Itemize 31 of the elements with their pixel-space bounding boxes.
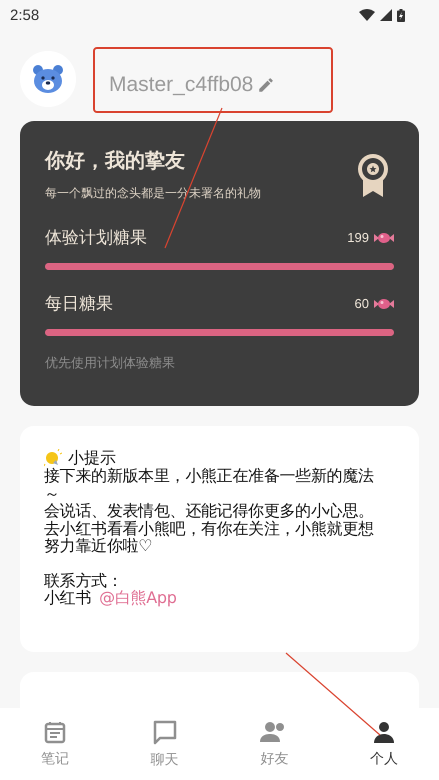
candy-icon	[374, 298, 394, 310]
signal-icon	[380, 9, 392, 21]
medal-icon	[356, 153, 390, 197]
card-title: 你好，我的挚友	[45, 147, 186, 174]
username[interactable]: Master_c4ffb08	[109, 73, 254, 97]
wifi-icon	[359, 9, 375, 21]
person-icon	[372, 720, 396, 744]
tip-text: 会说话、发表情包、还能记得你更多的小心思。	[44, 502, 375, 520]
nav-tab[interactable]: 好友	[220, 708, 330, 780]
lightbulb-icon	[44, 449, 62, 467]
nav-tab[interactable]: 笔记	[0, 708, 110, 780]
bear-icon	[32, 64, 64, 94]
tip-text: 接下来的新版本里，小熊正在准备一些新的魔法～	[44, 467, 375, 502]
meter-label: 每日糖果	[45, 293, 113, 315]
contact-link[interactable]: @白熊App	[99, 589, 177, 606]
status-time: 2:58	[10, 6, 40, 24]
tip-text: 去小红书看看小熊吧，有你在关注，小熊就更想努力靠近你啦♡	[44, 520, 375, 554]
nav-tab[interactable]: 个人	[329, 708, 439, 780]
card-note: 优先使用计划体验糖果	[45, 355, 176, 372]
candy-count: 199	[347, 230, 369, 245]
nav-tab[interactable]: 聊天	[110, 708, 220, 780]
contact-label: 联系方式：	[44, 572, 124, 589]
meter-label: 体验计划糖果	[45, 227, 147, 249]
candy-count: 60	[354, 296, 369, 311]
candy-icon	[374, 232, 394, 244]
tip-title: 小提示	[68, 449, 116, 467]
edit-icon[interactable]	[257, 76, 276, 94]
contact-platform: 小红书	[44, 589, 92, 606]
calendar-icon	[42, 720, 67, 744]
battery-icon	[397, 8, 405, 22]
chat-icon	[152, 719, 178, 745]
